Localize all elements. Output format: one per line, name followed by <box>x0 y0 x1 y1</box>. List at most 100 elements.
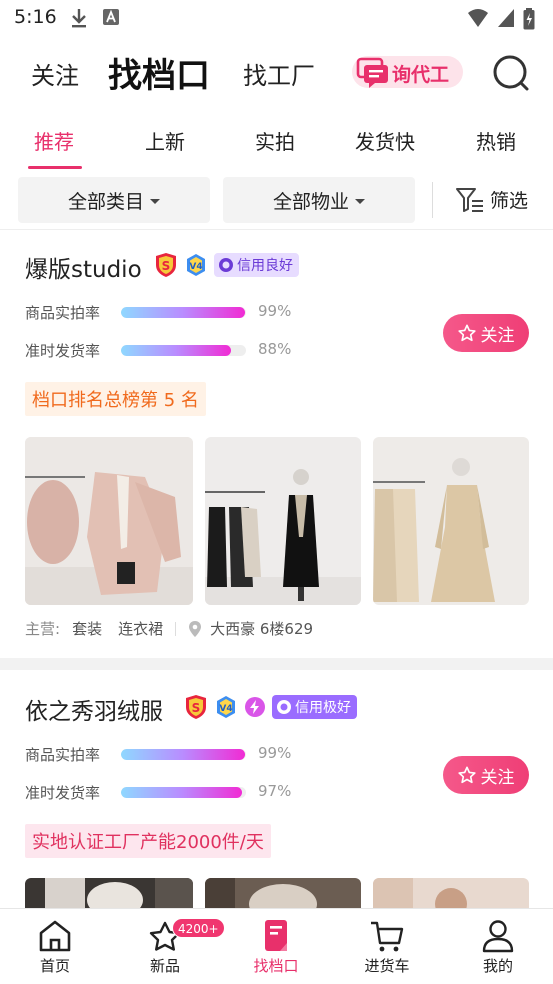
nav-find-stall[interactable]: 找档口 <box>108 48 210 97</box>
bottom-nav-find-stall[interactable]: 找档口 <box>221 909 331 984</box>
svg-text:V4: V4 <box>189 262 202 272</box>
top-navigation: 关注 找档口 找工厂 询代工 <box>0 40 553 106</box>
location-pin-icon <box>189 620 202 637</box>
rank-tag: 档口排名总榜第 5 名 <box>25 382 206 416</box>
progress-bar <box>121 307 246 318</box>
bottom-nav-profile[interactable]: 我的 <box>443 909 553 984</box>
progress-bar <box>121 345 246 356</box>
nav-find-factory[interactable]: 找工厂 <box>243 56 315 91</box>
star-icon <box>457 766 476 784</box>
category-dropdown[interactable]: 全部类目 <box>18 177 210 223</box>
category-tag: 连衣裙 <box>118 620 164 638</box>
factory-tag: 实地认证工厂产能2000件/天 <box>25 824 271 858</box>
bottom-navigation: 首页 4200+ 新品 找档口 进货车 我的 <box>0 908 553 984</box>
bottom-nav-home[interactable]: 首页 <box>0 909 110 984</box>
product-photo[interactable] <box>205 437 361 605</box>
chevron-down-icon <box>150 198 160 204</box>
progress-bar <box>121 787 246 798</box>
app-screen: 5:16 关注 找档口 找工厂 询代工 推荐 上新 实拍 发货快 热销 全部类目… <box>0 0 553 984</box>
credit-shield-icon <box>277 700 291 714</box>
pink-fur-coat-image <box>25 437 193 605</box>
svg-text:S: S <box>162 259 171 273</box>
svg-text:V4: V4 <box>219 704 232 714</box>
store-badges: S V4 信用良好 <box>154 252 299 278</box>
divider <box>175 621 177 636</box>
app-notification-icon <box>103 9 119 25</box>
find-stall-icon <box>265 920 287 951</box>
v4-level-icon: V4 <box>217 696 235 718</box>
filter-funnel-icon <box>456 187 483 212</box>
metric-value: 99% <box>258 744 292 762</box>
category-tabs: 推荐 上新 实拍 发货快 热销 <box>0 116 553 172</box>
download-icon <box>72 9 86 28</box>
divider <box>432 182 433 218</box>
category-tag: 套装 <box>72 620 103 638</box>
bottom-nav-new[interactable]: 4200+ 新品 <box>110 909 225 984</box>
black-dress-image <box>205 437 361 605</box>
product-photo[interactable] <box>25 437 193 605</box>
lightning-icon <box>245 697 265 717</box>
tab-fast-shipping[interactable]: 发货快 <box>355 126 415 155</box>
bottom-nav-label: 进货车 <box>364 957 410 975</box>
lace-dress-image <box>373 437 529 605</box>
progress-fill <box>121 749 245 760</box>
follow-label: 关注 <box>480 325 515 346</box>
verified-shield-icon: S <box>186 695 206 719</box>
main-business-label: 主营: <box>25 620 61 638</box>
v4-level-icon: V4 <box>187 254 205 276</box>
filter-bar: 全部类目 全部物业 筛选 <box>0 176 553 226</box>
store-badges: S V4 信用极好 <box>184 694 357 720</box>
product-photo[interactable] <box>373 437 529 605</box>
active-tab-indicator <box>28 166 82 169</box>
store-name: 依之秀羽绒服 <box>25 699 163 725</box>
inquiry-button[interactable]: 询代工 <box>352 56 463 88</box>
metric-label: 商品实拍率 <box>25 304 101 322</box>
metric-value: 99% <box>258 302 292 320</box>
credit-badge: 信用良好 <box>214 253 299 277</box>
tab-recommended[interactable]: 推荐 <box>34 126 74 155</box>
signal-icon <box>498 9 514 27</box>
property-dropdown[interactable]: 全部物业 <box>223 177 415 223</box>
section-divider <box>0 658 553 670</box>
store-meta: 主营: 套装 连衣裙 大西豪 6楼629 <box>25 618 313 639</box>
tab-real-photos[interactable]: 实拍 <box>255 126 295 155</box>
store-location: 大西豪 6楼629 <box>210 620 314 638</box>
progress-bar <box>121 749 246 760</box>
follow-label: 关注 <box>480 767 515 788</box>
progress-fill <box>121 345 231 356</box>
metric-value: 88% <box>258 340 292 358</box>
tab-hot-sales[interactable]: 热销 <box>476 126 516 155</box>
battery-icon <box>523 8 535 30</box>
verified-shield-icon: S <box>156 253 176 277</box>
bottom-nav-label: 新品 <box>149 957 180 975</box>
progress-fill <box>121 787 243 798</box>
store-name: 爆版studio <box>25 257 142 283</box>
credit-label: 信用极好 <box>295 700 351 716</box>
metric-value: 97% <box>258 782 292 800</box>
category-dropdown-label: 全部类目 <box>67 190 144 213</box>
search-icon[interactable] <box>492 54 530 92</box>
inquiry-label: 询代工 <box>392 64 450 86</box>
star-icon <box>457 324 476 342</box>
status-bar: 5:16 <box>0 0 553 36</box>
tab-new-arrivals[interactable]: 上新 <box>145 126 185 155</box>
bottom-nav-label: 我的 <box>482 957 513 975</box>
profile-icon <box>482 920 514 953</box>
progress-fill <box>121 307 245 318</box>
credit-shield-icon <box>219 258 233 272</box>
bottom-nav-label: 找档口 <box>253 957 299 975</box>
chevron-down-icon <box>355 198 365 204</box>
bottom-nav-cart[interactable]: 进货车 <box>332 909 442 984</box>
svg-text:S: S <box>192 701 201 715</box>
metric-label: 商品实拍率 <box>25 746 101 764</box>
credit-label: 信用良好 <box>237 258 293 274</box>
divider <box>0 229 553 230</box>
filter-button[interactable]: 筛选 <box>456 186 528 213</box>
follow-button[interactable]: 关注 <box>443 756 529 794</box>
wifi-icon <box>468 9 488 27</box>
filter-label: 筛选 <box>490 190 529 212</box>
metric-label: 准时发货率 <box>25 784 101 802</box>
follow-button[interactable]: 关注 <box>443 314 529 352</box>
home-icon <box>39 920 71 952</box>
nav-follow[interactable]: 关注 <box>31 56 79 91</box>
